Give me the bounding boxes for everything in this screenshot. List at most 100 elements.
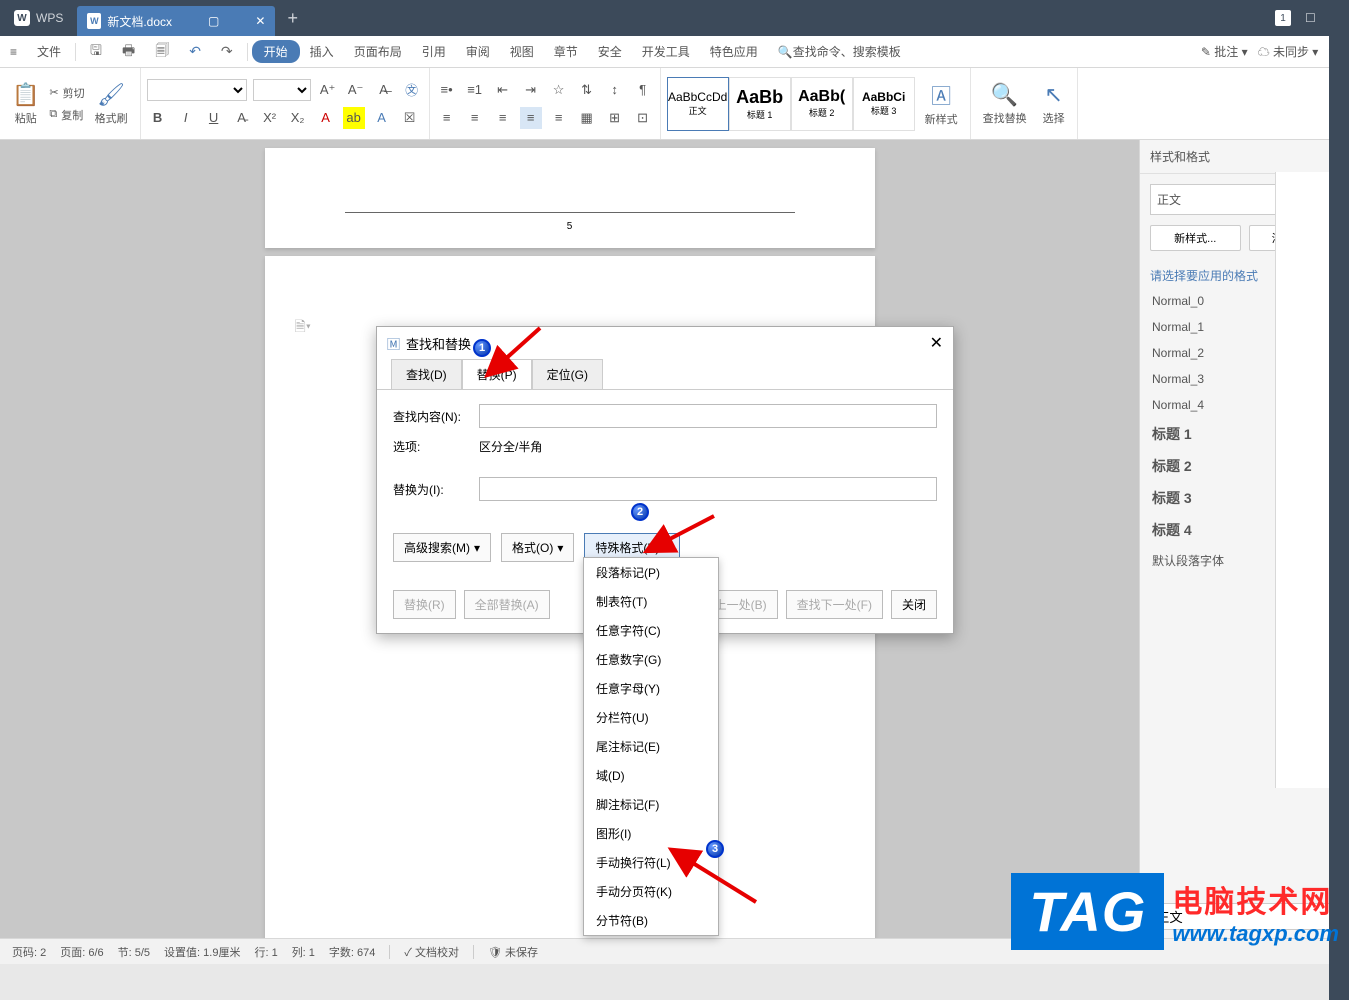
tab-close-button[interactable]: ✕ (255, 14, 265, 28)
format-button[interactable]: 格式(O) ▾ (501, 533, 574, 562)
document-tab[interactable]: W 新文档.docx ▢ ✕ (77, 6, 275, 36)
notifications-badge[interactable]: 1 (1275, 10, 1291, 26)
replace-all-button[interactable]: 全部替换(A) (464, 590, 550, 619)
save-icon[interactable]: 🖫 (80, 40, 112, 64)
increase-indent-button[interactable]: ⇥ (520, 79, 542, 101)
close-button[interactable]: 关闭 (891, 590, 937, 619)
status-page-no[interactable]: 页码: 2 (12, 944, 46, 960)
dropdown-item-1[interactable]: 制表符(T) (584, 587, 718, 616)
shading-button[interactable]: ▦ (576, 107, 598, 129)
tab-developer[interactable]: 开发工具 (632, 43, 700, 60)
print-preview-icon[interactable]: 🗐 (145, 40, 179, 64)
status-section[interactable]: 节: 5/5 (118, 944, 150, 960)
italic-button[interactable]: I (175, 107, 197, 129)
font-size-select[interactable]: 五号 (253, 79, 311, 101)
replace-button[interactable]: 替换(R) (393, 590, 456, 619)
tab-chapter[interactable]: 章节 (544, 43, 588, 60)
close-icon[interactable]: ✕ (930, 333, 943, 353)
dropdown-item-5[interactable]: 分栏符(U) (584, 703, 718, 732)
numbering-button[interactable]: ≡1 (464, 79, 486, 101)
dropdown-item-6[interactable]: 尾注标记(E) (584, 732, 718, 761)
align-center-button[interactable]: ≡ (464, 107, 486, 129)
line-spacing-button[interactable]: ↕ (604, 79, 626, 101)
tab-mini-icon[interactable]: ▢ (208, 14, 219, 28)
doc-insert-icon[interactable]: 🗎▾ (295, 318, 311, 334)
dropdown-item-0[interactable]: 段落标记(P) (584, 558, 718, 587)
dropdown-item-3[interactable]: 任意数字(G) (584, 645, 718, 674)
status-unsaved[interactable]: 🛡 未保存 (488, 944, 538, 960)
advanced-search-button[interactable]: 高级搜索(M) ▾ (393, 533, 491, 562)
find-next-button[interactable]: 查找下一处(F) (786, 590, 883, 619)
phonetic-icon[interactable]: ㉆ (401, 79, 423, 101)
style-gallery[interactable]: AaBbCcDd正文 AaBb标题 1 AaBb(标题 2 AaBbCi标题 3 (667, 77, 915, 131)
decrease-font-icon[interactable]: A⁻ (345, 79, 367, 101)
font-color-button[interactable]: A (315, 107, 337, 129)
tabs-button[interactable]: ⊡ (632, 107, 654, 129)
new-style-panel-button[interactable]: 新样式... (1150, 225, 1241, 251)
style-heading2[interactable]: AaBb(标题 2 (791, 77, 853, 131)
show-marks-button[interactable]: ¶ (632, 79, 654, 101)
dropdown-item-2[interactable]: 任意字符(C) (584, 616, 718, 645)
tab-review[interactable]: 审阅 (456, 43, 500, 60)
align-distribute-button[interactable]: ≡ (548, 107, 570, 129)
dropdown-item-9[interactable]: 图形(I) (584, 819, 718, 848)
char-scale-button[interactable]: ☆ (548, 79, 570, 101)
underline-button[interactable]: U (203, 107, 225, 129)
align-left-button[interactable]: ≡ (436, 107, 458, 129)
decrease-indent-button[interactable]: ⇤ (492, 79, 514, 101)
tab-security[interactable]: 安全 (588, 43, 632, 60)
select-button[interactable]: ↖ 选择 (1037, 68, 1071, 139)
dropdown-item-8[interactable]: 脚注标记(F) (584, 790, 718, 819)
status-indent[interactable]: 设置值: 1.9厘米 (164, 944, 240, 960)
superscript-button[interactable]: X² (259, 107, 281, 129)
increase-font-icon[interactable]: A⁺ (317, 79, 339, 101)
window-app-icon[interactable]: ☐ (1305, 11, 1316, 25)
copy-button[interactable]: ⧉复制 (49, 107, 84, 123)
tab-view[interactable]: 视图 (500, 43, 544, 60)
file-menu[interactable]: 文件 (27, 43, 71, 60)
format-painter-button[interactable]: 🖌 格式刷 (89, 68, 134, 139)
paste-button[interactable]: 📋 粘贴 (6, 68, 45, 139)
replace-input[interactable] (479, 477, 937, 501)
strikethrough-button[interactable]: A̵ (231, 107, 253, 129)
tab-page-layout[interactable]: 页面布局 (344, 43, 412, 60)
clear-format-icon[interactable]: A̶ (373, 79, 395, 101)
search-box[interactable]: 🔍查找命令、搜索模板 (768, 43, 911, 60)
status-col[interactable]: 列: 1 (292, 944, 315, 960)
status-line[interactable]: 行: 1 (254, 944, 277, 960)
borders-button[interactable]: ⊞ (604, 107, 626, 129)
style-normal[interactable]: AaBbCcDd正文 (667, 77, 729, 131)
cut-button[interactable]: ✂剪切 (49, 85, 84, 101)
bullets-button[interactable]: ≡• (436, 79, 458, 101)
char-border-icon[interactable]: ☒ (399, 107, 421, 129)
find-input[interactable] (479, 404, 937, 428)
annotations-button[interactable]: ✎ 批注 ▾ (1201, 43, 1248, 60)
highlight-button[interactable]: ab (343, 107, 365, 129)
status-page[interactable]: 页面: 6/6 (60, 944, 103, 960)
text-effect-icon[interactable]: A (371, 107, 393, 129)
dropdown-item-7[interactable]: 域(D) (584, 761, 718, 790)
tab-insert[interactable]: 插入 (300, 43, 344, 60)
font-family-select[interactable]: 宋体 (正文) (147, 79, 247, 101)
hamburger-icon[interactable]: ≡ (0, 45, 27, 59)
tab-home[interactable]: 开始 (252, 40, 300, 63)
redo-icon[interactable]: ↷ (211, 43, 243, 60)
sort-button[interactable]: ⇅ (576, 79, 598, 101)
tab-special[interactable]: 特色应用 (700, 43, 768, 60)
dropdown-item-4[interactable]: 任意字母(Y) (584, 674, 718, 703)
bold-button[interactable]: B (147, 107, 169, 129)
new-tab-button[interactable]: + (275, 8, 310, 29)
undo-icon[interactable]: ↶ (179, 43, 211, 60)
align-right-button[interactable]: ≡ (492, 107, 514, 129)
style-heading3[interactable]: AaBbCi标题 3 (853, 77, 915, 131)
dialog-tab-find[interactable]: 查找(D) (391, 359, 462, 389)
tab-references[interactable]: 引用 (412, 43, 456, 60)
status-words[interactable]: 字数: 674 (329, 944, 375, 960)
print-icon[interactable]: 🖶 (112, 40, 145, 64)
status-proof[interactable]: ✓ 文档校对 (404, 944, 459, 960)
align-justify-button[interactable]: ≡ (520, 107, 542, 129)
subscript-button[interactable]: X₂ (287, 107, 309, 129)
style-heading1[interactable]: AaBb标题 1 (729, 77, 791, 131)
find-replace-button[interactable]: 🔍 查找替换 (977, 68, 1033, 139)
new-style-button[interactable]: 🄰 新样式 (919, 68, 964, 139)
